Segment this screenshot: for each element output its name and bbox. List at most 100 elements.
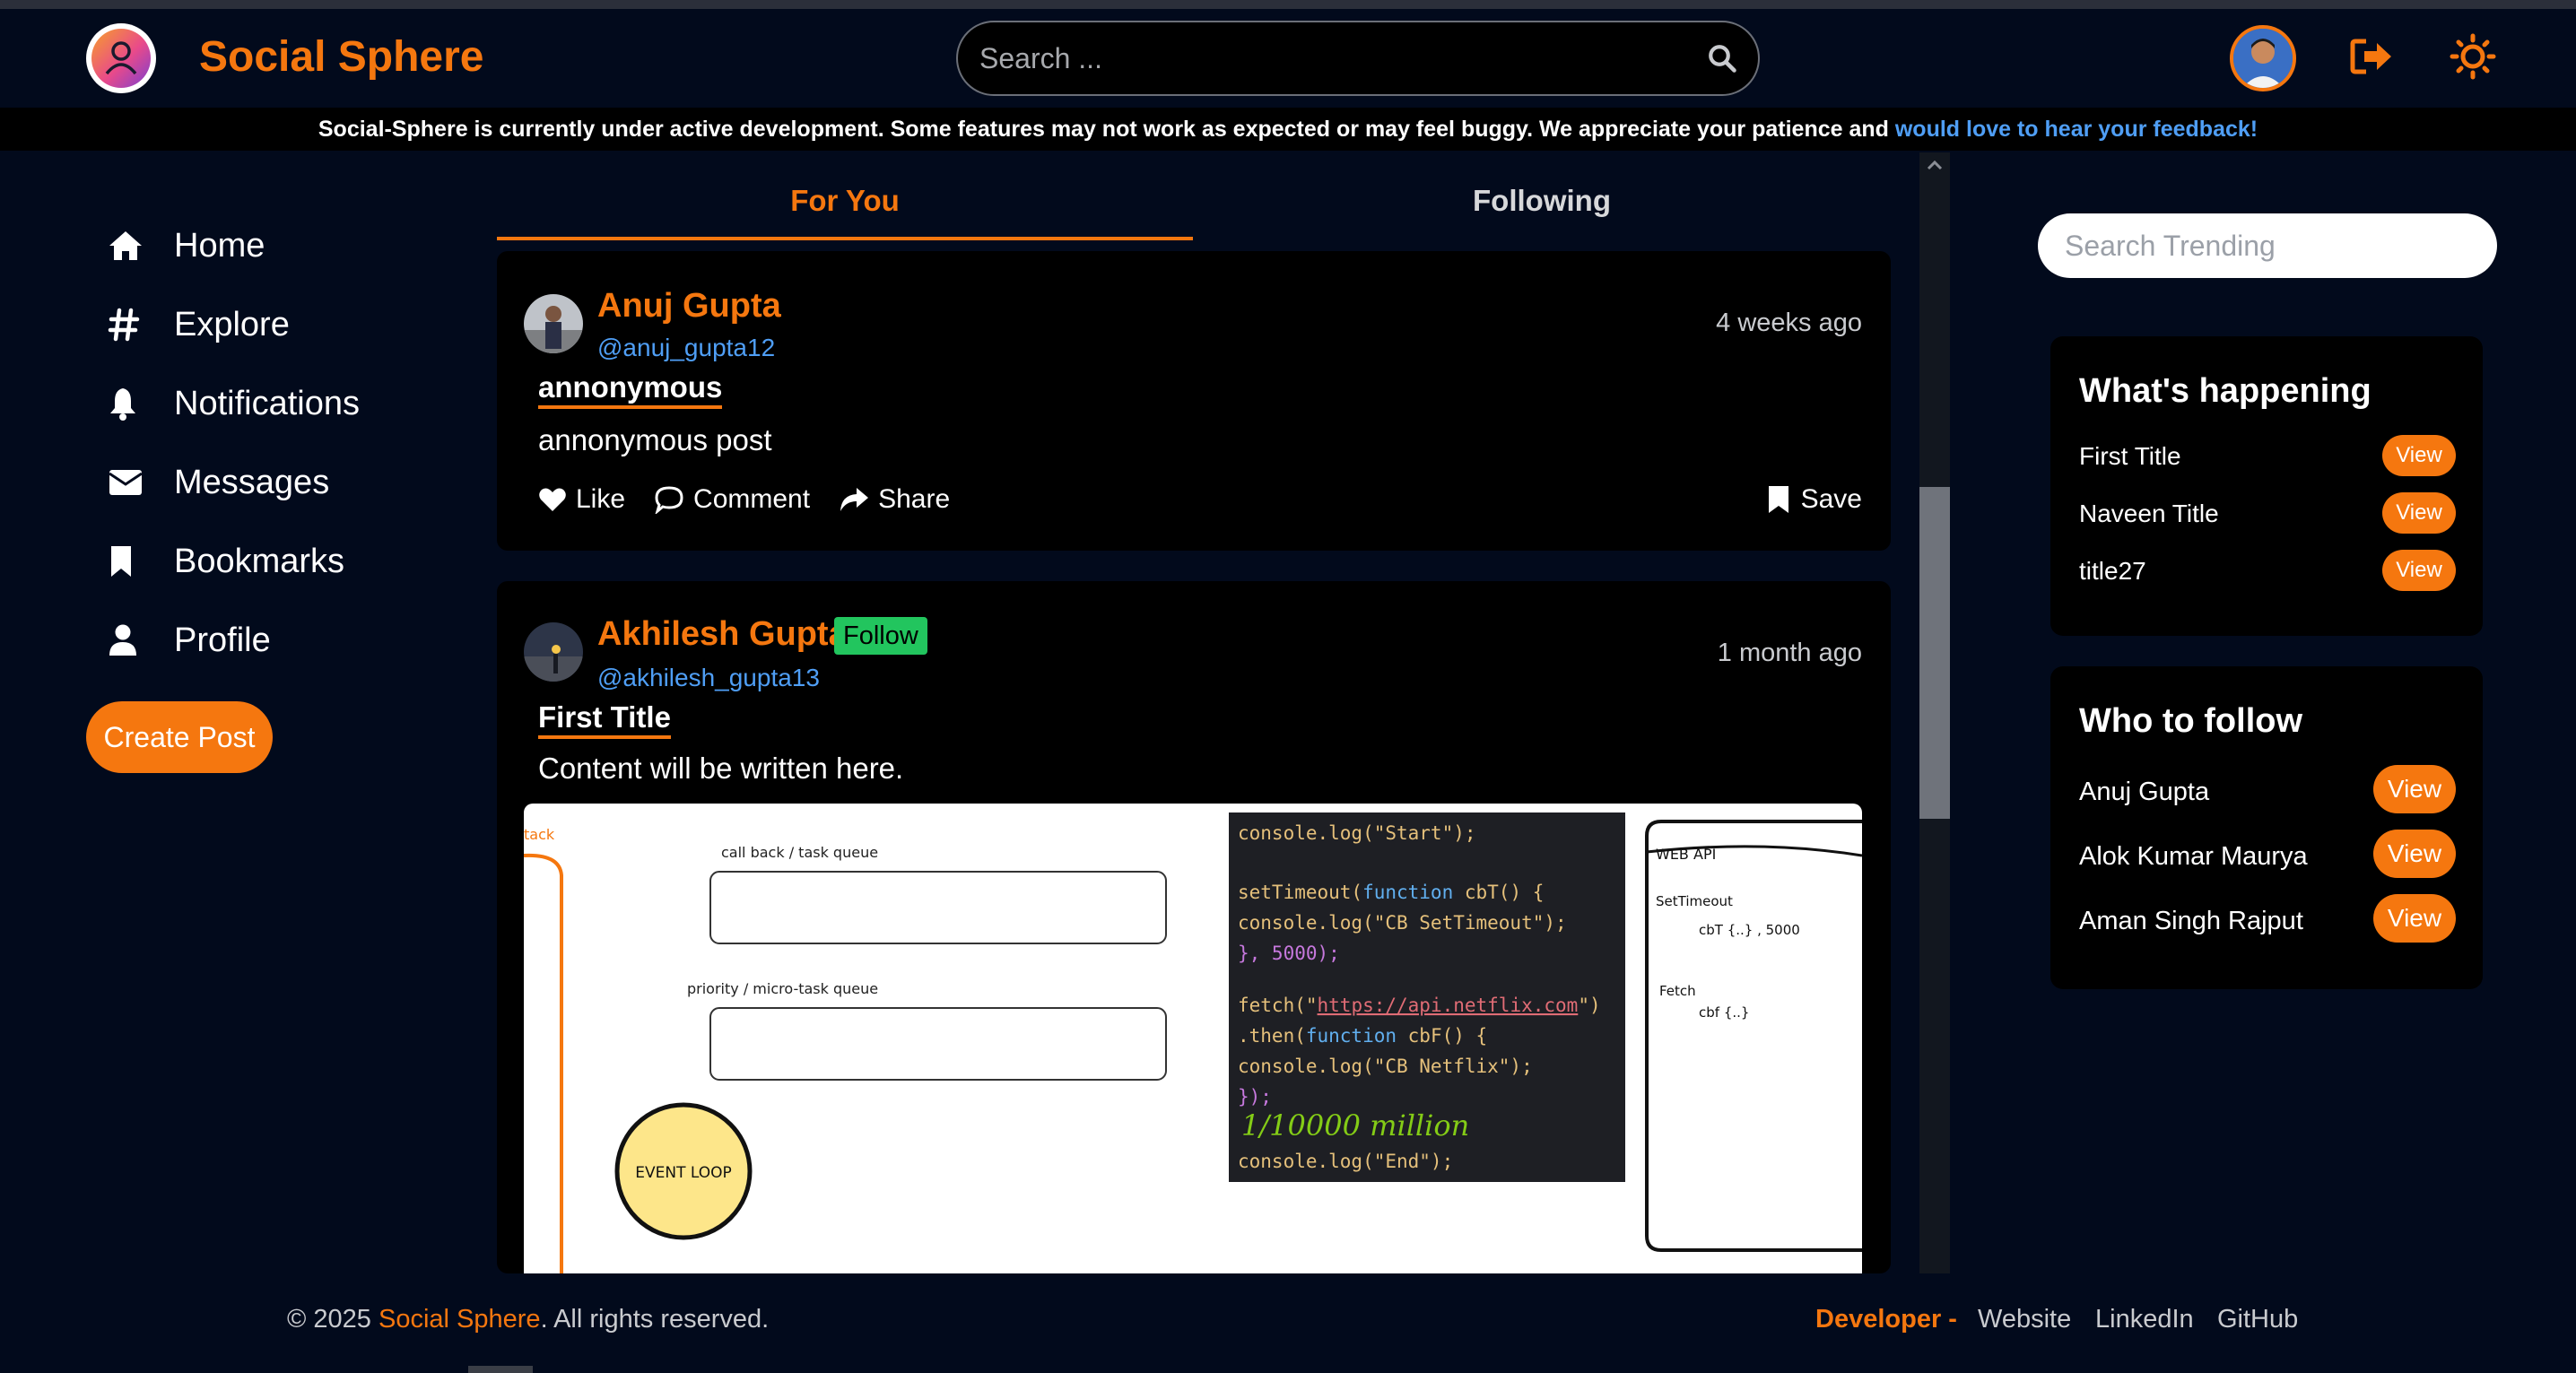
post-card: Akhilesh Gupta Follow @akhilesh_gupta13 … [497, 581, 1891, 1273]
create-post-button[interactable]: Create Post [86, 701, 273, 773]
post-author-handle[interactable]: @akhilesh_gupta13 [597, 664, 820, 692]
code-cbf: cbF() { [1397, 1025, 1487, 1047]
feedback-link[interactable]: would love to hear your feedback! [1895, 117, 2258, 142]
diagram-fetch-label: Fetch [1659, 983, 1696, 999]
brand-name[interactable]: Social Sphere [199, 32, 483, 82]
code-settimeout: setTimeout( [1238, 882, 1362, 903]
search-input[interactable] [979, 35, 1679, 82]
scroll-up-icon[interactable] [1927, 160, 1943, 170]
diagram-callback-queue-label: call back / task queue [721, 844, 878, 861]
who-to-follow-panel: Who to follow Anuj Gupta View Alok Kumar… [2050, 666, 2483, 989]
comment-button[interactable]: Comment [654, 484, 810, 515]
code-fetch-end: ") [1578, 995, 1600, 1016]
footer-link-website[interactable]: Website [1978, 1305, 2071, 1334]
sidebar-item-bookmarks[interactable]: Bookmarks [108, 522, 360, 601]
feed-tabs: For You Following [497, 161, 1891, 240]
post-author-name[interactable]: Akhilesh Gupta [597, 615, 848, 654]
footer-brand[interactable]: Social Sphere [379, 1305, 541, 1334]
theme-toggle-sun-icon[interactable] [2450, 33, 2496, 80]
code-function-keyword: function [1362, 882, 1453, 903]
tab-following[interactable]: Following [1193, 161, 1891, 240]
follow-button[interactable]: Follow [834, 617, 927, 655]
microtask-queue-box [709, 1007, 1167, 1081]
code-cb-netflix: console.log("CB Netflix"); [1238, 1056, 1533, 1077]
sidebar-item-label: Profile [174, 621, 271, 659]
hashtag-icon [108, 307, 152, 343]
window-top-strip [0, 0, 2576, 9]
code-then: .then( [1238, 1025, 1306, 1047]
post-image[interactable]: tack call back / task queue priority / m… [524, 804, 1862, 1273]
share-icon [840, 488, 869, 511]
bell-icon [108, 386, 152, 421]
post-card: Anuj Gupta @anuj_gupta12 4 weeks ago ann… [497, 251, 1891, 551]
sidebar-nav: Home Explore Notifications Messages Book… [108, 206, 360, 680]
sidebar-item-label: Notifications [174, 384, 360, 422]
svg-text:fetch("https://api.netflix.com: fetch("https://api.netflix.com") [1238, 995, 1601, 1016]
svg-text:setTimeout(function cbT() {: setTimeout(function cbT() { [1238, 882, 1544, 903]
sidebar-item-explore[interactable]: Explore [108, 285, 360, 364]
share-button[interactable]: Share [839, 484, 950, 515]
suggested-user-name: Anuj Gupta [2079, 778, 2210, 806]
feed-scrollbar-thumb[interactable] [1919, 487, 1950, 819]
code-cbt: cbT() { [1453, 882, 1544, 903]
sidebar-item-profile[interactable]: Profile [108, 601, 360, 680]
code-fetch: fetch(" [1238, 995, 1318, 1016]
view-button[interactable]: View [2373, 830, 2456, 878]
post-author-avatar[interactable] [524, 294, 583, 353]
sidebar-item-notifications[interactable]: Notifications [108, 364, 360, 443]
like-button[interactable]: Like [538, 484, 625, 515]
code-url: https://api.netflix.com [1318, 995, 1579, 1016]
diagram-stack-label: tack [524, 826, 555, 843]
sidebar-item-label: Home [174, 226, 265, 265]
logout-icon[interactable] [2350, 36, 2395, 77]
user-icon [108, 622, 152, 658]
trending-title: title27 [2079, 557, 2146, 585]
post-timestamp: 1 month ago [1717, 639, 1862, 667]
post-body: annonymous post [538, 423, 772, 456]
view-button[interactable]: View [2373, 894, 2456, 943]
diagram-microtask-queue-label: priority / micro-task queue [687, 980, 878, 997]
app-logo[interactable] [86, 23, 156, 93]
code-line-start: console.log("Start"); [1238, 822, 1476, 844]
trending-item: First Title View [2079, 435, 2456, 480]
sidebar-item-label: Bookmarks [174, 542, 345, 580]
svg-text:.then(function cbF() {: .then(function cbF() { [1238, 1025, 1487, 1047]
comment-label: Comment [693, 484, 811, 514]
avatar-photo [2233, 29, 2293, 88]
view-button[interactable]: View [2382, 492, 2456, 534]
code-scribble: 1/10000 million [1241, 1108, 1469, 1143]
horizontal-scrollbar-thumb[interactable] [468, 1366, 533, 1373]
whats-happening-panel: What's happening First Title View Naveen… [2050, 336, 2483, 636]
sidebar-item-home[interactable]: Home [108, 206, 360, 285]
page-footer: © 2025 Social Sphere. All rights reserve… [0, 1296, 2576, 1350]
code-close-then: }); [1238, 1086, 1272, 1108]
view-button[interactable]: View [2373, 765, 2456, 813]
avatar-photo [524, 294, 583, 353]
code-cb-settimeout: console.log("CB SetTimeout"); [1238, 912, 1567, 934]
sidebar-item-messages[interactable]: Messages [108, 443, 360, 522]
post-author-name[interactable]: Anuj Gupta [597, 287, 781, 326]
trending-title: First Title [2079, 442, 2181, 470]
diagram-settimeout-label: SetTimeout [1656, 893, 1733, 909]
view-button[interactable]: View [2382, 550, 2456, 591]
post-author-handle[interactable]: @anuj_gupta12 [597, 334, 775, 362]
code-close-settimeout: }, 5000); [1238, 943, 1340, 964]
user-avatar[interactable] [2230, 25, 2296, 91]
search-icon[interactable] [1706, 42, 1738, 74]
post-timestamp: 4 weeks ago [1716, 308, 1862, 337]
save-button[interactable]: Save [1767, 484, 1862, 515]
post-author-avatar[interactable] [524, 622, 583, 682]
trending-title: Naveen Title [2079, 500, 2219, 527]
tab-for-you[interactable]: For You [497, 161, 1193, 240]
comment-icon [655, 486, 683, 514]
search-bar [956, 21, 1760, 96]
avatar-photo [524, 622, 583, 682]
footer-link-github[interactable]: GitHub [2217, 1305, 2298, 1334]
post-actions: Like Comment Share [538, 484, 979, 515]
diagram-cbf-label: cbf {..} [1699, 1004, 1749, 1021]
footer-link-linkedin[interactable]: LinkedIn [2095, 1305, 2194, 1334]
search-trending-input[interactable] [2038, 213, 2497, 278]
view-button[interactable]: View [2382, 435, 2456, 476]
suggested-user: Anuj Gupta View [2079, 765, 2456, 813]
suggested-user-name: Aman Singh Rajput [2079, 907, 2303, 935]
